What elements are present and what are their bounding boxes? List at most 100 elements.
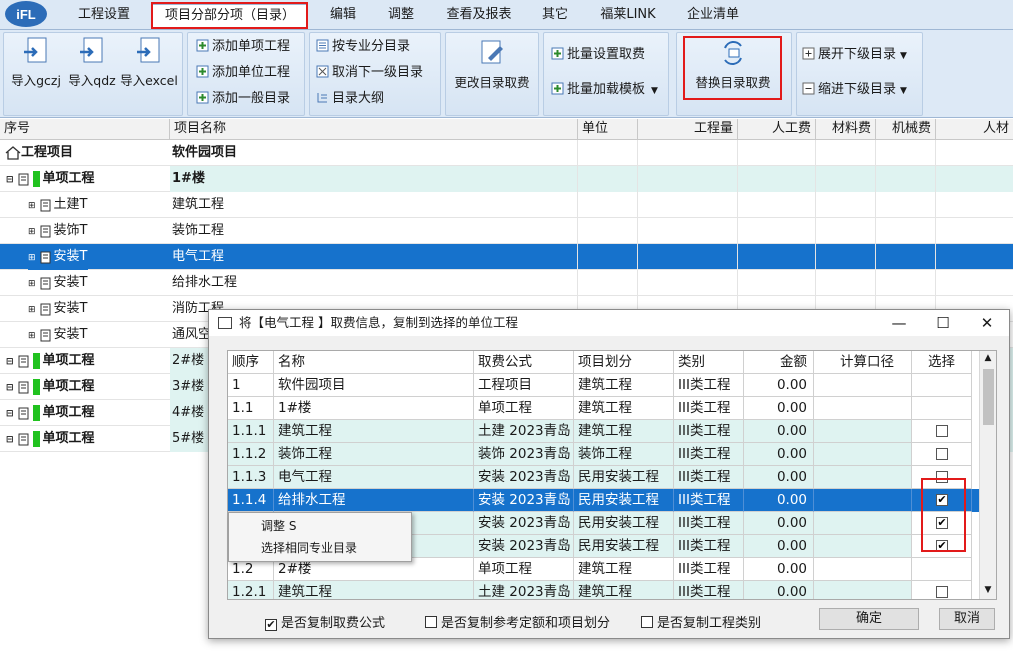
dlg-col-name[interactable]: 名称 <box>274 351 474 374</box>
table-row[interactable]: ⊞ 土建T 建筑工程 <box>0 192 1013 218</box>
tab-edit[interactable]: 编辑 <box>318 4 368 28</box>
select-checkbox[interactable] <box>936 425 948 437</box>
dlg-col-basis[interactable]: 计算口径 <box>814 351 912 374</box>
col-header-material[interactable]: 材料费 <box>816 119 876 140</box>
table-row[interactable]: 1.1.1 建筑工程 土建 2023青岛 建筑工程 III类工程 0.00 <box>228 420 980 443</box>
scroll-thumb[interactable] <box>983 369 994 425</box>
table-row[interactable]: ⊞ 装饰T 装饰工程 <box>0 218 1013 244</box>
column-divider <box>875 218 876 244</box>
select-checkbox[interactable]: ✔ <box>936 540 948 552</box>
dlg-col-category[interactable]: 类别 <box>674 351 744 374</box>
scroll-up-icon[interactable]: ▲ <box>982 353 994 365</box>
dialog-scrollbar[interactable]: ▲ ▼ <box>979 351 996 599</box>
table-row[interactable]: 1.1.2 装饰工程 装饰 2023青岛 装饰工程 III类工程 0.00 <box>228 443 980 466</box>
copy-category-checkbox[interactable]: 是否复制工程类别 <box>641 616 761 632</box>
select-checkbox[interactable] <box>936 471 948 483</box>
cancel-sub-dir-button[interactable]: 取消下一级目录 <box>316 63 423 83</box>
expand-sub-dir-button[interactable]: 展开下级目录 ▼ <box>802 45 907 65</box>
table-row[interactable]: 1 软件园项目 工程项目 建筑工程 III类工程 0.00 <box>228 374 980 397</box>
cell-select <box>912 581 972 599</box>
dlg-col-seq[interactable]: 顺序 <box>228 351 274 374</box>
table-row[interactable]: 1.1.4 给排水工程 安装 2023青岛 民用安装工程 III类工程 0.00 ✔ <box>228 489 980 512</box>
cell-seq: 1.1.3 <box>228 466 274 489</box>
cell-seq: 1.1 <box>228 397 274 420</box>
cell-basis <box>814 581 912 599</box>
table-row[interactable]: ⊟ 单项工程 1#楼 <box>0 166 1013 192</box>
tab-view-reports[interactable]: 查看及报表 <box>436 4 522 28</box>
select-checkbox[interactable] <box>936 448 948 460</box>
batch-set-fee-button[interactable]: 批量设置取费 <box>551 45 645 65</box>
tab-adjust[interactable]: 调整 <box>376 4 426 28</box>
expand-toggle-icon[interactable]: ⊟ <box>6 383 14 393</box>
checkbox-box[interactable] <box>641 616 653 628</box>
col-header-qty[interactable]: 工程量 <box>638 119 738 140</box>
select-checkbox[interactable]: ✔ <box>936 517 948 529</box>
add-general-dir-button[interactable]: 添加一般目录 <box>196 89 290 109</box>
import-gczj-button[interactable]: 导入gczj <box>6 36 66 89</box>
expand-toggle-icon[interactable]: ⊞ <box>28 227 36 237</box>
copy-formula-checkbox[interactable]: ✔ 是否复制取费公式 <box>265 616 385 632</box>
add-unit-project-button[interactable]: 添加单位工程 <box>196 63 290 83</box>
col-header-no[interactable]: 序号 <box>0 119 170 140</box>
cell-division: 建筑工程 <box>574 374 674 397</box>
checkbox-box[interactable]: ✔ <box>265 619 277 631</box>
cancel-button[interactable]: 取消 <box>939 608 995 630</box>
close-button[interactable]: ✕ <box>965 310 1009 336</box>
dlg-col-amount[interactable]: 金额 <box>744 351 814 374</box>
table-row[interactable]: ⊞ 安装T 电气工程 <box>0 244 1013 270</box>
by-major-dir-button[interactable]: 按专业分目录 <box>316 37 410 57</box>
cell-amount: 0.00 <box>744 466 814 489</box>
dlg-col-formula[interactable]: 取费公式 <box>474 351 574 374</box>
batch-load-template-button[interactable]: 批量加载模板 ▼ <box>551 80 658 100</box>
dlg-col-select[interactable]: 选择 <box>912 351 972 374</box>
dir-outline-button[interactable]: 目录大纲 <box>316 89 384 109</box>
select-checkbox[interactable] <box>936 586 948 598</box>
col-header-total[interactable]: 人材 <box>936 119 1013 140</box>
change-dir-fee-button[interactable]: 更改目录取费 <box>448 38 536 91</box>
table-row[interactable]: 1.1 1#楼 单项工程 建筑工程 III类工程 0.00 <box>228 397 980 420</box>
expand-toggle-icon[interactable]: ⊟ <box>6 409 14 419</box>
table-row[interactable]: ⊞ 安装T 给排水工程 <box>0 270 1013 296</box>
cell-formula: 单项工程 <box>474 558 574 581</box>
import-excel-button[interactable]: 导入excel <box>118 36 180 89</box>
cell-seq: 1.1.2 <box>228 443 274 466</box>
table-row[interactable]: 工程项目 软件园项目 <box>0 140 1013 166</box>
expand-toggle-icon[interactable]: ⊟ <box>6 357 14 367</box>
expand-toggle-icon[interactable]: ⊞ <box>28 279 36 289</box>
tab-project-items[interactable]: 项目分部分项（目录） <box>152 4 308 28</box>
import-qdz-button[interactable]: 导入qdz <box>64 36 120 89</box>
col-header-machine[interactable]: 机械费 <box>876 119 936 140</box>
expand-toggle-icon[interactable]: ⊞ <box>28 331 36 341</box>
context-item-adjust[interactable]: 调整 S <box>261 516 296 536</box>
tab-project-settings[interactable]: 工程设置 <box>62 4 146 28</box>
dlg-col-division[interactable]: 项目划分 <box>574 351 674 374</box>
table-row[interactable]: 1.1.3 电气工程 安装 2023青岛 民用安装工程 III类工程 0.00 <box>228 466 980 489</box>
col-header-name[interactable]: 项目名称 <box>170 119 578 140</box>
expand-toggle-icon[interactable]: ⊞ <box>28 201 36 211</box>
table-row[interactable]: 1.2.1 建筑工程 土建 2023青岛 建筑工程 III类工程 0.00 <box>228 581 980 599</box>
expand-toggle-icon[interactable]: ⊟ <box>6 175 14 185</box>
minimize-button[interactable]: — <box>877 310 921 336</box>
expand-toggle-icon[interactable]: ⊟ <box>6 435 14 445</box>
add-single-project-button[interactable]: 添加单项工程 <box>196 37 290 57</box>
expand-toggle-icon[interactable]: ⊞ <box>28 305 36 315</box>
col-header-unit[interactable]: 单位 <box>578 119 638 140</box>
add-general-dir-label: 添加一般目录 <box>212 91 291 106</box>
maximize-button[interactable]: ☐ <box>921 310 965 336</box>
list-icon <box>316 39 329 52</box>
cell-name: 装饰工程 <box>274 443 474 466</box>
expand-toggle-icon[interactable]: ⊞ <box>28 253 36 263</box>
select-checkbox[interactable]: ✔ <box>936 494 948 506</box>
copy-ref-quota-checkbox[interactable]: 是否复制参考定额和项目划分 <box>425 616 610 632</box>
replace-dir-fee-button[interactable]: 替换目录取费 <box>688 38 778 91</box>
tab-fulai-link[interactable]: 福莱LINK <box>590 4 666 28</box>
context-item-select-same-major[interactable]: 选择相同专业目录 <box>261 538 357 558</box>
col-header-labor[interactable]: 人工费 <box>738 119 816 140</box>
tab-other[interactable]: 其它 <box>530 4 580 28</box>
collapse-sub-dir-button[interactable]: 缩进下级目录 ▼ <box>802 80 907 100</box>
tab-enterprise-list[interactable]: 企业清单 <box>676 4 750 28</box>
ok-button[interactable]: 确定 <box>819 608 919 630</box>
scroll-down-icon[interactable]: ▼ <box>982 585 994 597</box>
checkbox-box[interactable] <box>425 616 437 628</box>
row-no-label: 安装T <box>53 249 88 264</box>
